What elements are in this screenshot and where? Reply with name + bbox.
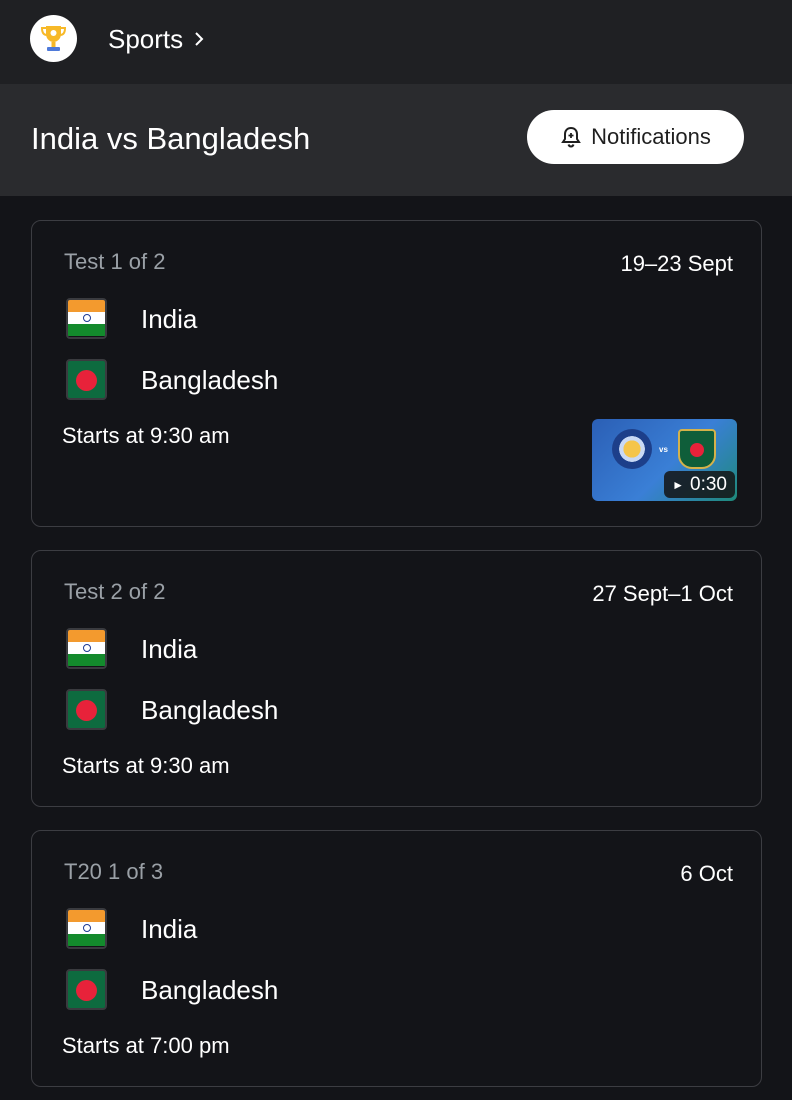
match-label: Test 2 of 2 [64,579,166,604]
india-flag-icon [66,907,107,949]
trophy-icon[interactable] [30,15,77,62]
video-duration: 0:30 [690,473,727,495]
chevron-right-icon [193,24,205,55]
vs-label: vs [659,445,668,454]
page-header: India vs Bangladesh Notifications [0,84,792,196]
match-date: 27 Sept–1 Oct [592,581,733,606]
breadcrumb-sports[interactable]: Sports [108,24,205,55]
team-name: Bangladesh [141,695,279,725]
notifications-button[interactable]: Notifications [527,110,744,164]
team-name: Bangladesh [141,975,279,1005]
start-time: Starts at 9:30 am [62,423,230,448]
play-icon: ► [672,477,685,492]
team-name: India [141,914,198,944]
breadcrumb-label: Sports [108,24,184,54]
bell-add-icon [561,126,581,148]
india-flag-icon [66,627,107,669]
match-card[interactable]: Test 2 of 2 27 Sept–1 Oct India Banglade… [31,550,762,807]
team-row-india: India [66,907,197,949]
start-time: Starts at 7:00 pm [62,1033,230,1058]
bangladesh-flag-icon [66,968,107,1010]
page-title: India vs Bangladesh [31,121,311,156]
start-time: Starts at 9:30 am [62,753,230,778]
match-card[interactable]: T20 1 of 3 6 Oct India Bangladesh Starts… [31,830,762,1087]
team-row-india: India [66,627,197,669]
bangladesh-flag-icon [66,688,107,730]
team-name: India [141,304,198,334]
match-label: T20 1 of 3 [64,859,164,884]
match-date: 19–23 Sept [620,251,733,276]
team-name: Bangladesh [141,365,279,395]
video-thumbnail[interactable]: vs ► 0:30 [592,419,737,501]
top-bar: Sports [0,0,792,84]
team-row-bangladesh: Bangladesh [66,688,278,730]
team-row-bangladesh: Bangladesh [66,968,278,1010]
team-row-india: India [66,297,197,339]
team-name: India [141,634,198,664]
notifications-label: Notifications [591,124,711,149]
match-card[interactable]: Test 1 of 2 19–23 Sept India Bangladesh … [31,220,762,527]
team-row-bangladesh: Bangladesh [66,358,278,400]
video-duration-badge: ► 0:30 [664,471,735,498]
bcci-logo-icon [612,429,652,469]
bcb-logo-icon [678,429,716,469]
india-flag-icon [66,297,107,339]
match-label: Test 1 of 2 [64,249,166,274]
bangladesh-flag-icon [66,358,107,400]
match-date: 6 Oct [680,861,733,886]
